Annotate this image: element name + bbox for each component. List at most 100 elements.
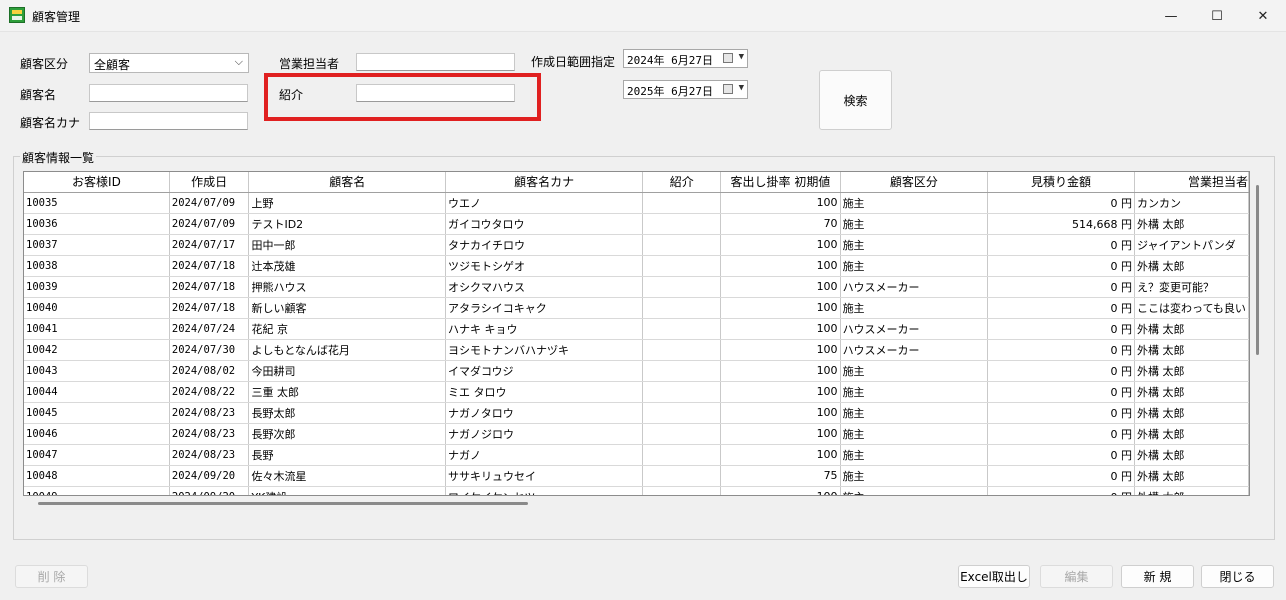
cell-name: テストID2 (248, 213, 446, 235)
cell-name: 新しい顧客 (248, 297, 446, 319)
cell-sales-rep: 外構 太郎 (1134, 465, 1249, 487)
cell-type: ハウスメーカー (840, 276, 989, 298)
table-row[interactable]: 100492024/09/20YK建設ワイケイケンセツ 100施主0 円外構 太郎 (24, 486, 1249, 495)
cell-created: 2024/09/20 (169, 486, 250, 495)
chevron-down-icon[interactable]: ▼ (739, 52, 744, 62)
table-row[interactable]: 10041 2024/07/24 花紀 京ハナキ キョウ 100 ハウスメーカー 0 円 … (24, 318, 1249, 340)
cell-type: 施主 (840, 234, 989, 256)
col-header-rate[interactable]: 客出し掛率 初期値 (720, 172, 841, 193)
customer-type-label: 顧客区分 (20, 57, 69, 71)
col-header-kana[interactable]: 顧客名カナ (445, 172, 644, 193)
cell-referral (642, 234, 722, 256)
cell-sales-rep: 外構 太郎 (1134, 213, 1249, 235)
col-header-type[interactable]: 顧客区分 (840, 172, 989, 193)
cell-customer-id: 10046 (24, 423, 170, 445)
table-row[interactable]: 10043 2024/08/02 今田耕司 イマダコウジ 100 施主 0 円外構 太郎 (24, 360, 1249, 382)
cell-estimate: 0 円 (987, 339, 1136, 361)
cell-created: 2024/07/24 (169, 318, 250, 340)
table-row[interactable]: 10036 2024/07/09 テストID2 ガイコウタロウ 70 施主 514,668 … (24, 213, 1249, 235)
cell-created: 2024/07/18 (169, 297, 250, 319)
table-row[interactable]: 10040 2024/07/18 新しい顧客 アタラシイコキャク 100 施主 0 円ここは… (24, 297, 1249, 319)
table-row[interactable]: 10039 2024/07/18 押熊ハウス オシクマハウス 100 ハウスメーカー 0 円… (24, 276, 1249, 298)
table-row[interactable]: 10038 2024/07/18 辻本茂雄 ツジモトシゲオ 100 施主 0 円外構 太郎 (24, 255, 1249, 277)
cell-estimate: 0 円 (987, 402, 1136, 424)
cell-name: 田中一郎 (248, 234, 446, 256)
customer-name-field[interactable] (89, 84, 248, 102)
new-button[interactable]: 新 規 (1121, 565, 1194, 588)
referral-field[interactable] (356, 84, 515, 102)
cell-sales-rep: ここは変わっても良い (1134, 297, 1249, 319)
col-header-referral[interactable]: 紹介 (642, 172, 722, 193)
maximize-button[interactable]: ☐ (1194, 0, 1240, 32)
cell-rate: 100 (720, 255, 841, 277)
date-range-label: 作成日範囲指定 (531, 55, 616, 69)
cell-name: YK建設 (248, 486, 446, 495)
cell-type: ハウスメーカー (840, 339, 989, 361)
cell-type: 施主 (840, 465, 989, 487)
cell-type: 施主 (840, 486, 989, 495)
cell-rate: 100 (720, 381, 841, 403)
cell-estimate: 0 円 (987, 360, 1136, 382)
cell-referral (642, 423, 722, 445)
cell-type: 施主 (840, 444, 989, 466)
cell-created: 2024/07/18 (169, 255, 250, 277)
cell-created: 2024/07/18 (169, 276, 250, 298)
cell-customer-id: 10045 (24, 402, 170, 424)
cell-name: 長野太郎 (248, 402, 446, 424)
cell-sales-rep: ジャイアントパンダ (1134, 234, 1249, 256)
col-header-estimate[interactable]: 見積り金額 (987, 172, 1136, 193)
sales-rep-label: 営業担当者 (279, 57, 340, 71)
table-row[interactable]: 10044 2024/08/22 三重 太郎 ミエ タロウ 100 施主 0 円 外構 太郎 (24, 381, 1249, 403)
customer-type-select[interactable]: 全顧客 ⌵ (89, 53, 249, 73)
table-row[interactable]: 10035 2024/07/09 上野 ウエノ 100 施主 0 円カンカン (24, 192, 1249, 214)
col-header-customer-id[interactable]: お客様ID (24, 172, 170, 193)
close-button[interactable]: 閉じる (1201, 565, 1274, 588)
table-row[interactable]: 10042 2024/07/30 よしもとなんば花月 ヨシモトナンバハナヅキ 100 ハウ… (24, 339, 1249, 361)
cell-kana: ガイコウタロウ (445, 213, 644, 235)
chevron-down-icon[interactable]: ▼ (739, 83, 744, 93)
cell-sales-rep: 外構 太郎 (1134, 381, 1249, 403)
cell-sales-rep: 外構 太郎 (1134, 402, 1249, 424)
cell-referral (642, 360, 722, 382)
cell-referral (642, 339, 722, 361)
close-window-button[interactable]: ✕ (1240, 0, 1286, 32)
customer-kana-field[interactable] (89, 112, 248, 130)
calendar-icon[interactable] (723, 53, 733, 63)
date-from-picker[interactable]: 2024年 6月27日 ▼ (623, 49, 748, 68)
table-row[interactable]: 10045 2024/08/23 長野太郎 ナガノタロウ 100 施主 0 円外構 太郎 (24, 402, 1249, 424)
calendar-icon[interactable] (723, 84, 733, 94)
horizontal-scrollbar[interactable] (38, 502, 528, 505)
cell-customer-id: 10043 (24, 360, 170, 382)
cell-name: 今田耕司 (248, 360, 446, 382)
table-row[interactable]: 10046 2024/08/23 長野次郎 ナガノジロウ 100 施主 0 円 外構 太郎 (24, 423, 1249, 445)
cell-kana: イマダコウジ (445, 360, 644, 382)
cell-estimate: 0 円 (987, 465, 1136, 487)
col-header-sales-rep[interactable]: 営業担当者 (1134, 172, 1249, 193)
sales-rep-field[interactable] (356, 53, 515, 71)
cell-referral (642, 318, 722, 340)
cell-referral (642, 192, 722, 214)
app-icon (9, 7, 25, 23)
cell-created: 2024/07/09 (169, 192, 250, 214)
excel-export-button[interactable]: Excel取出し (958, 565, 1030, 588)
cell-referral (642, 486, 722, 495)
table-row[interactable]: 10037 2024/07/17 田中一郎 タナカイチロウ 100 施主 0 円ジャイアント… (24, 234, 1249, 256)
minimize-button[interactable]: — (1148, 0, 1194, 32)
date-to-value: 2025年 6月27日 (627, 85, 713, 98)
cell-name: 押熊ハウス (248, 276, 446, 298)
cell-customer-id: 10040 (24, 297, 170, 319)
date-to-picker[interactable]: 2025年 6月27日 ▼ (623, 80, 748, 99)
cell-rate: 100 (720, 234, 841, 256)
customer-name-label: 顧客名 (20, 88, 57, 102)
col-header-created[interactable]: 作成日 (169, 172, 250, 193)
table-row[interactable]: 10047 2024/08/23 長野 ナガノ 100 施主 0 円 外構 太郎 (24, 444, 1249, 466)
edit-button[interactable]: 編集 (1040, 565, 1113, 588)
search-button[interactable]: 検索 (819, 70, 892, 130)
delete-button[interactable]: 削 除 (15, 565, 88, 588)
vertical-scrollbar[interactable] (1256, 185, 1259, 355)
customer-table[interactable]: お客様ID 作成日 顧客名 顧客名カナ 紹介 客出し掛率 初期値 顧客区分 見積… (23, 171, 1250, 496)
table-row[interactable]: 10048 2024/09/20 佐々木流星 ササキリュウセイ 75 施主 0 円外構 太郎 (24, 465, 1249, 487)
cell-referral (642, 402, 722, 424)
cell-type: 施主 (840, 381, 989, 403)
col-header-name[interactable]: 顧客名 (248, 172, 446, 193)
